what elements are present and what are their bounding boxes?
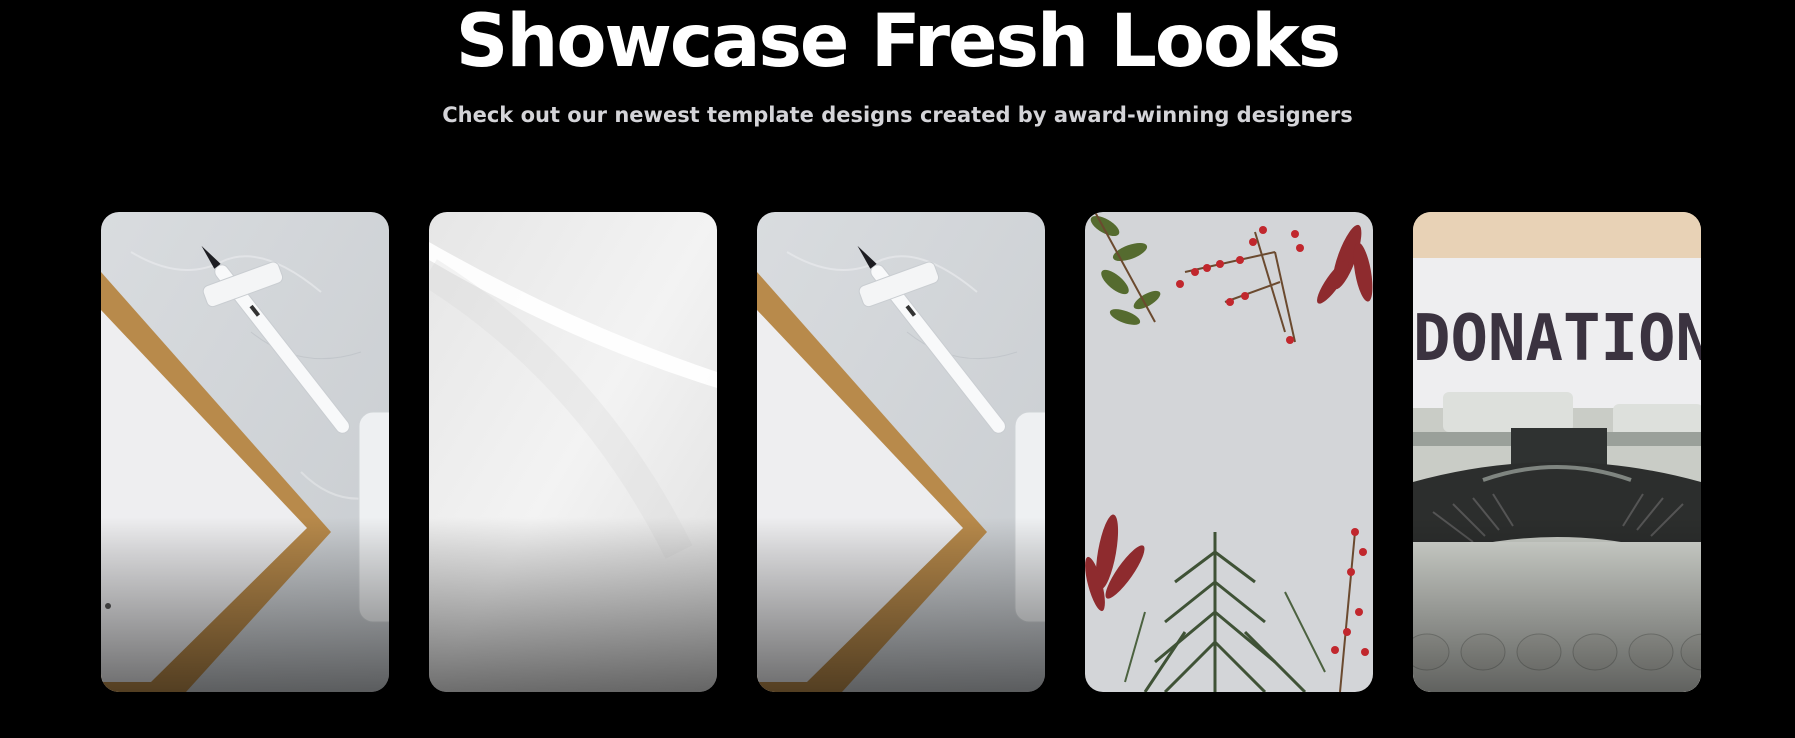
template-card-donation-typewriter[interactable]: DONATION bbox=[1413, 212, 1701, 692]
berries-foliage-image bbox=[1085, 212, 1373, 692]
typewriter-image: DONATION bbox=[1413, 212, 1701, 692]
clipboard-pen-image bbox=[757, 212, 1045, 692]
page-title: Showcase Fresh Looks bbox=[455, 0, 1341, 84]
clipboard-pen-image bbox=[101, 212, 389, 692]
template-card-clipboard[interactable] bbox=[101, 212, 389, 692]
white-abstract-image bbox=[429, 212, 717, 692]
page-subtitle: Check out our newest template designs cr… bbox=[442, 103, 1353, 127]
template-card-winter-botanical[interactable] bbox=[1085, 212, 1373, 692]
template-card-white-minimal[interactable] bbox=[429, 212, 717, 692]
template-card-clipboard-2[interactable] bbox=[757, 212, 1045, 692]
svg-text:DONATION: DONATION bbox=[1413, 302, 1701, 376]
